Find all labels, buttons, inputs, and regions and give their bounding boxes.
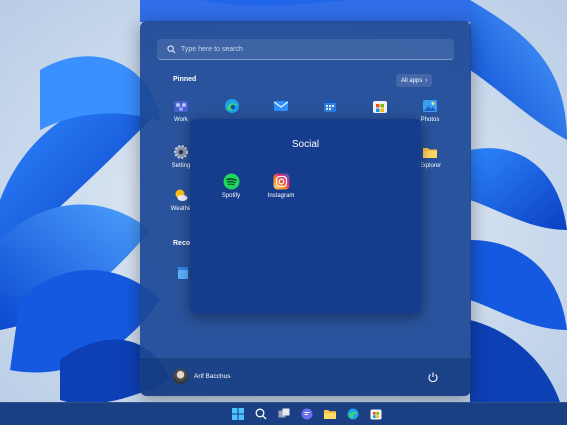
pinned-heading: Pinned: [173, 76, 197, 83]
folder-app-label: Instagram: [267, 193, 295, 199]
task-view-icon[interactable]: [277, 407, 291, 421]
pinned-app-store[interactable]: [360, 98, 400, 117]
edge-icon[interactable]: [346, 407, 360, 421]
search-icon: [164, 42, 178, 56]
file-explorer-icon: [422, 144, 438, 160]
settings-icon: [173, 144, 189, 160]
all-apps-label: All apps: [401, 77, 423, 84]
avatar[interactable]: [173, 369, 188, 384]
search-icon[interactable]: [254, 407, 268, 421]
start-menu-footer: Arif Bacchus: [140, 357, 471, 396]
pinned-app-edge[interactable]: [212, 98, 252, 117]
folder-popup-social: Social Spotify Instagram: [190, 119, 421, 314]
user-name[interactable]: Arif Bacchus: [194, 373, 231, 380]
search-placeholder: Type here to search: [181, 45, 243, 53]
weather-icon: [173, 187, 189, 203]
calendar-icon: [322, 98, 338, 114]
chevron-right-icon: ›: [425, 77, 428, 84]
all-apps-button[interactable]: All apps ›: [396, 74, 433, 87]
mail-icon: [273, 98, 289, 114]
search-box[interactable]: Type here to search: [157, 39, 454, 60]
folder-app-instagram[interactable]: Instagram: [256, 173, 306, 199]
power-icon[interactable]: [427, 370, 439, 383]
recommended-file-icon[interactable]: [177, 266, 189, 280]
windows-start-icon[interactable]: [231, 407, 245, 421]
chat-icon[interactable]: [300, 407, 314, 421]
folder-title[interactable]: Social: [190, 139, 421, 150]
spotify-icon: [223, 173, 240, 190]
taskbar: [0, 402, 567, 425]
folder-app-label: Spotify: [221, 193, 241, 199]
photos-icon: [422, 98, 438, 114]
edge-icon: [224, 98, 240, 114]
work-folder-icon: [173, 98, 189, 114]
folder-app-spotify[interactable]: Spotify: [206, 173, 256, 199]
pinned-app-calendar[interactable]: [310, 98, 350, 117]
pinned-app-mail[interactable]: [261, 98, 301, 117]
store-icon[interactable]: [369, 407, 383, 421]
store-icon: [372, 98, 388, 114]
instagram-icon: [273, 173, 290, 190]
file-explorer-icon[interactable]: [323, 407, 337, 421]
